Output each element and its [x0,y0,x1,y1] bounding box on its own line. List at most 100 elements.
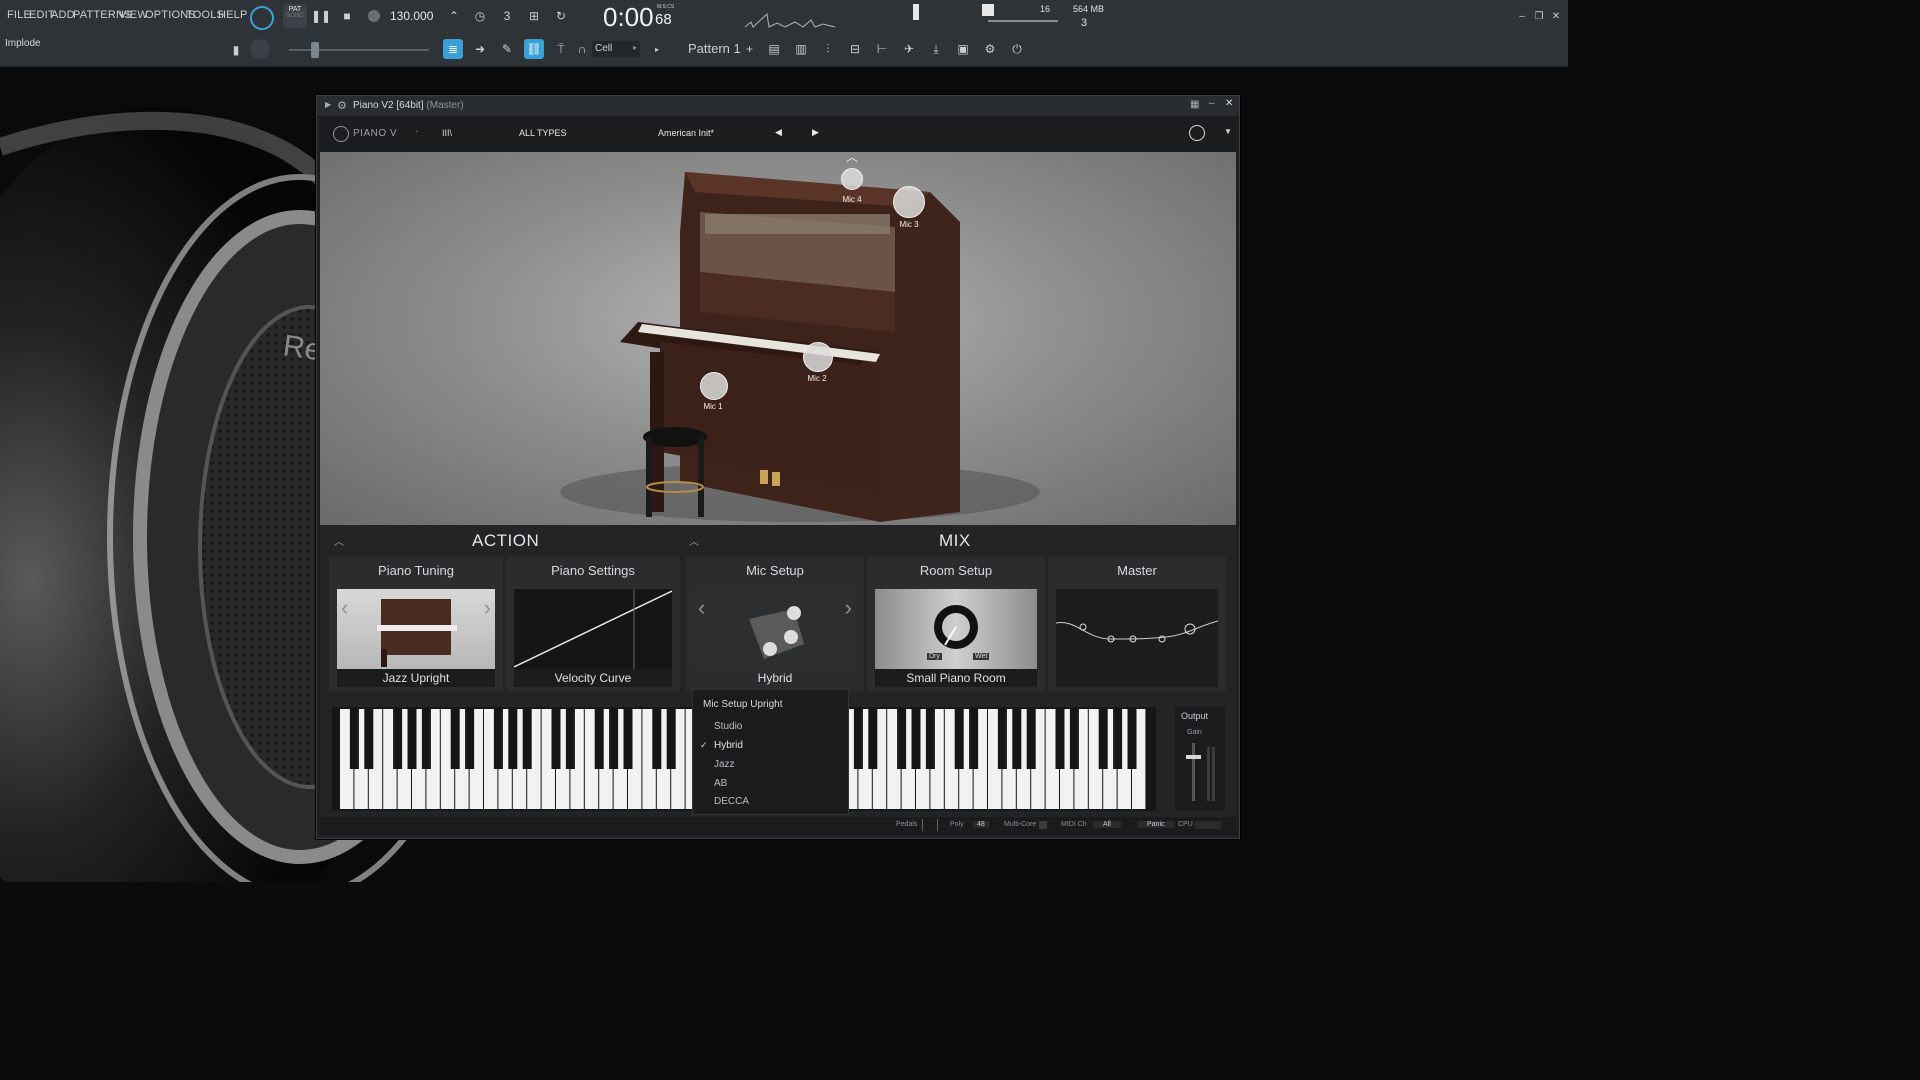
prev-piano-arrow-icon[interactable]: ‹ [341,595,348,621]
pat-song-toggle[interactable]: PAT SONG [283,4,307,28]
mic-option-decca[interactable]: DECCA [714,796,749,807]
black-key[interactable] [897,709,907,769]
minimize-window-icon[interactable]: – [1209,98,1215,109]
black-key[interactable] [853,709,863,769]
black-key[interactable] [1113,709,1123,769]
black-key[interactable] [969,709,979,769]
pedals-indicator[interactable] [922,819,938,831]
type-filter[interactable]: ALL TYPES [519,128,567,138]
next-room-arrow-icon[interactable]: › [1026,595,1033,621]
black-key[interactable] [652,709,662,769]
tempo-display[interactable]: 130.000 [390,9,433,23]
mic-3-button[interactable] [893,186,925,218]
next-preset-button[interactable]: ▶ [812,127,819,138]
countdown-icon[interactable]: 3 [497,6,517,26]
gain-slider-track[interactable] [1192,743,1195,801]
piano-tuning-panel[interactable]: Piano Tuning ‹ › Jazz Upright [329,557,503,691]
download-icon[interactable]: ⤓ [926,39,946,59]
black-key[interactable] [551,709,561,769]
mic-setup-panel[interactable]: Mic Setup ‹ › Hybrid [686,557,864,691]
master-pitch-slider[interactable] [982,4,994,16]
close-window-icon[interactable]: ✕ [1225,98,1233,109]
black-key[interactable] [911,709,921,769]
poly-value[interactable]: 48 [973,821,989,828]
black-key[interactable] [393,709,403,769]
channel-rack-icon[interactable]: ▥ [791,39,811,59]
plugin-titlebar[interactable]: ▶ ⚙ Piano V2 [64bit] (Master) ▦ – ✕ [317,96,1239,117]
snap-selector[interactable]: Cell ▸ [592,41,640,57]
master-knob[interactable] [250,39,270,59]
pause-button[interactable]: ❚❚ [311,6,331,26]
loop-record-icon[interactable]: ↻ [551,6,571,26]
black-key[interactable] [666,709,676,769]
gain-slider-handle[interactable] [1186,755,1201,759]
close-icon[interactable]: ✕ [1546,6,1566,26]
black-key[interactable] [364,709,374,769]
action-collapse-icon[interactable]: ︿ [334,533,344,548]
pattern-selector[interactable]: Pattern 1 [688,41,741,56]
add-pattern-button[interactable]: + [746,42,753,56]
black-key[interactable] [1012,709,1022,769]
black-key[interactable] [1127,709,1137,769]
menu-add[interactable]: ADD [51,9,75,21]
panic-button[interactable]: Panic [1138,821,1174,828]
multi-core-checkbox[interactable] [1039,821,1047,829]
black-key[interactable] [609,709,619,769]
black-key[interactable] [954,709,964,769]
black-key[interactable] [349,709,359,769]
room-setup-panel[interactable]: Room Setup Dry Wet ‹ › Small Piano Room [867,557,1045,691]
preset-name[interactable]: American Init* [658,128,714,138]
mic-2-button[interactable] [803,342,833,372]
prev-preset-button[interactable]: ◀ [775,127,782,138]
arrow-right-icon[interactable]: ➜ [470,39,490,59]
link-icon[interactable]: ⛓ [524,39,544,59]
prev-mic-arrow-icon[interactable]: ‹ [698,595,705,621]
black-key[interactable] [508,709,518,769]
pitch-slider-track[interactable] [289,49,429,51]
mic-option-hybrid[interactable]: Hybrid [714,740,743,751]
black-key[interactable] [522,709,532,769]
mic-option-ab[interactable]: AB [714,778,727,789]
record-button[interactable] [364,6,384,26]
black-key[interactable] [925,709,935,769]
wait-icon[interactable]: ◷ [470,6,490,26]
metronome-icon[interactable]: ⌃ [444,6,464,26]
plugin-picker-icon[interactable]: ✈ [899,39,919,59]
master-panel[interactable]: Master [1048,557,1226,691]
mic-input-icon[interactable]: ▮ [226,40,246,60]
prev-room-arrow-icon[interactable]: ‹ [879,595,886,621]
black-key[interactable] [1098,709,1108,769]
collapse-arrow-icon[interactable]: ▶ [325,100,331,109]
blend-notes-icon[interactable]: ⊞ [524,6,544,26]
black-key[interactable] [868,709,878,769]
mic-1-button[interactable] [700,372,728,400]
menu-file[interactable]: FILE [7,9,31,21]
black-key[interactable] [493,709,503,769]
black-key[interactable] [421,709,431,769]
stop-button[interactable]: ■ [337,6,357,26]
black-key[interactable] [1055,709,1065,769]
piano-settings-panel[interactable]: Piano Settings Velocity Curve [506,557,680,691]
library-icon[interactable]: III\ [442,128,452,138]
black-key[interactable] [594,709,604,769]
render-icon[interactable]: ⚙ [980,39,1000,59]
master-volume-slider[interactable] [913,4,919,20]
collapse-up-icon[interactable]: ︿ [846,152,858,165]
paint-icon[interactable]: ✎ [497,39,517,59]
menu-dot-icon[interactable]: · [415,126,418,137]
pitch-slider-handle[interactable] [311,42,319,58]
gear-icon[interactable]: ⚙ [337,99,347,112]
black-key[interactable] [1069,709,1079,769]
black-key[interactable] [465,709,475,769]
next-mic-arrow-icon[interactable]: › [845,595,852,621]
mic-option-jazz[interactable]: Jazz [714,759,735,770]
magnet-icon[interactable]: ∩ [575,39,589,59]
settings-icon[interactable] [1189,125,1205,141]
mix-collapse-icon[interactable]: ︿ [689,533,699,548]
playlist-view-icon[interactable]: ▤ [764,39,784,59]
black-key[interactable] [1026,709,1036,769]
stamp-icon[interactable]: ⍑ [551,39,571,59]
black-key[interactable] [997,709,1007,769]
mic-option-studio[interactable]: Studio [714,721,742,732]
chevron-down-icon[interactable]: ▼ [1224,127,1232,136]
